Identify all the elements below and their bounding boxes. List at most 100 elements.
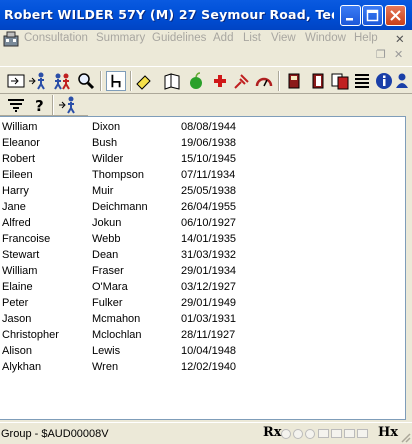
app-icon[interactable] [2,30,20,48]
filter-icon[interactable] [6,95,26,115]
user-icon[interactable] [392,71,412,91]
table-row[interactable]: Harry Muir 25/05/1938 [0,184,405,200]
first-name-cell: Eleanor [2,137,40,149]
last-name-cell: Lewis [92,345,121,357]
status-indicator-icon [357,429,368,438]
toolbar-separator [52,95,54,115]
rx-indicator[interactable]: Rx [263,425,282,440]
consultation-icon[interactable] [6,71,26,91]
menu-help[interactable]: Help [354,32,378,44]
find-patient-icon[interactable] [76,71,96,91]
first-aid-icon[interactable] [210,71,230,91]
dob-cell: 19/06/1938 [181,137,237,149]
last-name-cell: Mcmahon [92,313,141,325]
first-name-cell: Jason [2,313,32,325]
chair-icon[interactable] [106,71,126,91]
menu-guidelines[interactable]: Guidelines [152,32,206,44]
dob-cell: 26/04/1955 [181,201,237,213]
status-indicator-icon [305,429,315,439]
table-row[interactable]: Alfred Jokun 06/10/1927 [0,216,405,232]
dob-cell: 10/04/1948 [181,345,237,357]
last-name-cell: Muir [92,185,114,197]
dob-cell: 25/05/1938 [181,185,237,197]
table-row[interactable]: Elaine O'Mara 03/12/1927 [0,280,405,296]
svg-text:?: ? [35,97,44,115]
last-name-cell: Fraser [92,265,124,277]
hx-indicator[interactable]: Hx [378,425,398,440]
red-book-icon[interactable] [284,71,304,91]
table-row[interactable]: Stewart Dean 31/03/1932 [0,248,405,264]
table-row[interactable]: William Dixon 08/08/1944 [0,120,405,136]
documents-icon[interactable] [308,71,328,91]
patient-arrow-icon[interactable] [28,71,48,91]
menu-add[interactable]: Add [213,32,233,44]
close-button[interactable] [385,5,406,26]
title-bar[interactable]: Robert WILDER 57Y (M) 27 Seymour Road, T… [0,0,412,30]
table-row[interactable]: William Fraser 29/01/1934 [0,264,405,280]
letters-icon[interactable] [330,71,350,91]
status-indicator-icon [331,429,342,438]
syringe-icon[interactable] [232,71,252,91]
window-title: Robert WILDER 57Y (M) 27 Seymour Road, T… [4,7,334,22]
main-toolbar [0,66,412,94]
last-name-cell: O'Mara [92,281,128,293]
table-row[interactable]: Christopher Mclochlan 28/11/1927 [0,328,405,344]
minimize-button[interactable] [340,5,361,26]
eraser-icon[interactable] [134,71,154,91]
dob-cell: 08/08/1944 [181,121,237,133]
patient-list[interactable]: William Dixon 08/08/1944 Eleanor Bush 19/06/1… [0,116,406,420]
first-name-cell: William [2,121,38,133]
dob-cell: 31/03/1932 [181,249,237,261]
last-name-cell: Wren [92,361,119,373]
book-icon[interactable] [162,71,182,91]
toolbar-separator [278,71,280,91]
first-name-cell: Alfred [2,217,31,229]
last-name-cell: Webb [92,233,121,245]
last-name-cell: Deichmann [92,201,148,213]
info-icon[interactable] [374,71,394,91]
table-row[interactable]: Alison Lewis 10/04/1948 [0,344,405,360]
first-name-cell: Eileen [2,169,33,181]
dob-cell: 06/10/1927 [181,217,237,229]
menu-summary[interactable]: Summary [96,32,145,44]
table-row[interactable]: Jason Mcmahon 01/03/1931 [0,312,405,328]
secondary-toolbar: ? [0,94,88,116]
help-icon[interactable]: ? [30,95,50,115]
apple-icon[interactable] [186,71,206,91]
list-view-icon[interactable] [352,71,372,91]
menu-bar: Consultation Summary Guidelines Add List… [0,30,412,48]
menu-list[interactable]: List [243,32,261,44]
resize-grip-icon[interactable] [399,431,411,443]
status-indicator-icon [318,429,329,438]
mdi-close-child-icon[interactable]: ✕ [394,48,403,61]
mdi-close-icon[interactable]: ✕ [395,32,405,46]
first-name-cell: Jane [2,201,26,213]
gauge-icon[interactable] [254,71,274,91]
first-name-cell: Robert [2,153,36,165]
table-row[interactable]: Francoise Webb 14/01/1935 [0,232,405,248]
table-row[interactable]: Robert Wilder 15/10/1945 [0,152,405,168]
last-name-cell: Dixon [92,121,121,133]
menu-view[interactable]: View [271,32,296,44]
maximize-button[interactable] [362,5,383,26]
last-name-cell: Wilder [92,153,124,165]
last-name-cell: Bush [92,137,118,149]
table-row[interactable]: Alykhan Wren 12/02/1940 [0,360,405,376]
mdi-restore-icon[interactable]: ❐ [376,48,386,61]
table-row[interactable]: Jane Deichmann 26/04/1955 [0,200,405,216]
close-icon [390,10,401,21]
dob-cell: 28/11/1927 [181,329,236,341]
last-name-cell: Thompson [92,169,144,181]
table-row[interactable]: Eileen Thompson 07/11/1934 [0,168,405,184]
dob-cell: 29/01/1949 [181,297,237,309]
dob-cell: 03/12/1927 [181,281,237,293]
last-name-cell: Dean [92,249,119,261]
menu-consultation[interactable]: Consultation [24,32,88,44]
family-icon[interactable] [52,71,72,91]
table-row[interactable]: Peter Fulker 29/01/1949 [0,296,405,312]
select-patient-icon[interactable] [58,95,78,115]
table-row[interactable]: Eleanor Bush 19/06/1938 [0,136,405,152]
dob-cell: 01/03/1931 [181,313,237,325]
last-name-cell: Fulker [92,297,123,309]
menu-window[interactable]: Window [305,32,346,44]
